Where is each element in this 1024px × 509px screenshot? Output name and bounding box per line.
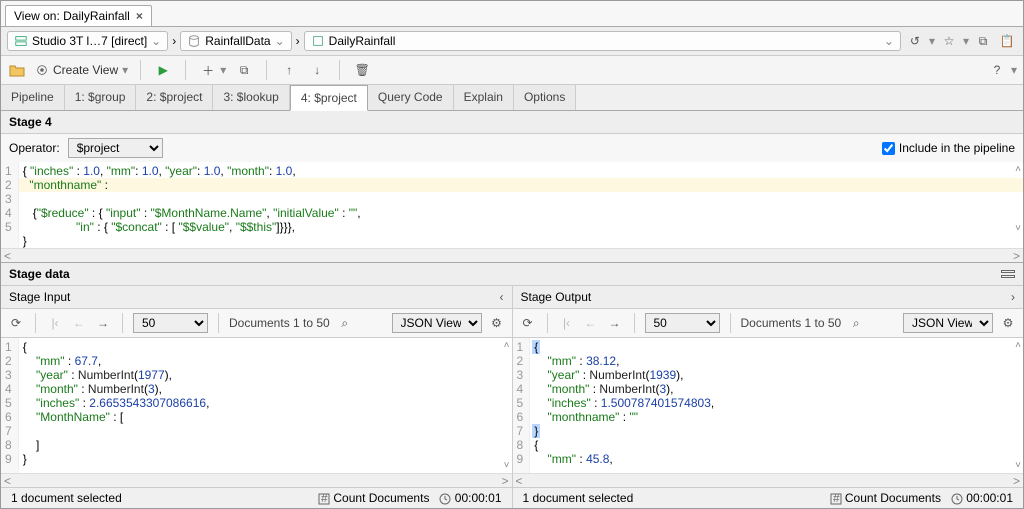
tab-query-code[interactable]: Query Code — [368, 85, 454, 110]
scroll-right-icon[interactable]: > — [1013, 249, 1020, 263]
doc-range-label: Documents 1 to 50 — [741, 316, 842, 330]
gear-icon — [35, 63, 49, 77]
count-icon: # — [318, 493, 330, 505]
breadcrumb-collection[interactable]: DailyRainfall ⌄ — [304, 31, 901, 51]
clock-icon — [439, 493, 451, 505]
tab-pipeline[interactable]: Pipeline — [1, 85, 65, 110]
scroll-up-icon[interactable]: ˄ — [1015, 340, 1021, 351]
prev-page-icon[interactable]: ← — [582, 314, 600, 332]
operator-select[interactable]: $project — [68, 138, 163, 158]
chevron-down-icon: ⌄ — [275, 34, 285, 48]
breadcrumb-server[interactable]: Studio 3T l…7 [direct] ⌄ — [7, 31, 168, 51]
collapse-output-icon[interactable]: › — [1011, 290, 1015, 304]
include-pipeline-label: Include in the pipeline — [899, 141, 1015, 155]
refresh-icon[interactable]: ⟳ — [7, 314, 25, 332]
move-down-icon[interactable]: ↓ — [307, 60, 327, 80]
tab-stage-2[interactable]: 2: $project — [136, 85, 213, 110]
stage-data-header: Stage data — [1, 262, 1023, 286]
svg-text:#: # — [833, 493, 840, 505]
tab-stage-4[interactable]: 4: $project — [290, 85, 368, 111]
svg-text:#: # — [321, 493, 328, 505]
tab-stage-1[interactable]: 1: $group — [65, 85, 137, 110]
stage-code-editor[interactable]: 1 2 3 4 5 { "inches" : 1.0, "mm": 1.0, "… — [1, 162, 1023, 248]
chevron-down-icon: ⌄ — [884, 34, 894, 48]
star-icon[interactable]: ☆ — [939, 31, 959, 51]
first-page-icon[interactable]: |‹ — [558, 314, 576, 332]
file-tab[interactable]: View on: DailyRainfall × — [5, 5, 152, 26]
scroll-up-icon[interactable]: ˄ — [504, 340, 510, 351]
collapse-input-icon[interactable]: ‹ — [500, 290, 504, 304]
tab-options[interactable]: Options — [514, 85, 576, 110]
close-icon[interactable]: × — [136, 9, 143, 23]
copy-stage-icon[interactable]: ⧉ — [234, 60, 254, 80]
stage-input-title: Stage Input — [9, 290, 70, 304]
database-icon — [187, 34, 201, 48]
help-icon[interactable]: ? — [987, 60, 1007, 80]
add-icon[interactable]: ＋ — [198, 60, 218, 80]
main-toolbar: Create View ▾ ▶ ＋▾ ⧉ ↑ ↓ 🗑 ?▾ — [1, 56, 1023, 85]
breadcrumb-separator: › — [296, 34, 300, 48]
breadcrumb-database[interactable]: RainfallData ⌄ — [180, 31, 291, 51]
chevron-down-icon: ⌄ — [151, 34, 161, 48]
first-page-icon[interactable]: |‹ — [46, 314, 64, 332]
paste-icon[interactable]: 📋 — [997, 31, 1017, 51]
clock-icon — [951, 493, 963, 505]
next-page-icon[interactable]: → — [94, 314, 112, 332]
input-json-viewer[interactable]: 1 2 3 4 5 6 7 8 9 { "mm" : 67.7, "year" … — [1, 338, 512, 473]
next-page-icon[interactable]: → — [606, 314, 624, 332]
count-icon: # — [830, 493, 842, 505]
count-documents-button[interactable]: # Count Documents — [830, 491, 941, 505]
stage-header: Stage 4 — [1, 111, 1023, 134]
delete-icon[interactable]: 🗑 — [352, 60, 372, 80]
scroll-down-icon[interactable]: ˅ — [504, 460, 510, 471]
layout-toggle-icon[interactable] — [1001, 270, 1015, 278]
include-pipeline-checkbox[interactable] — [882, 142, 895, 155]
status-selected: 1 document selected — [523, 491, 634, 505]
view-mode-select[interactable]: JSON View — [903, 313, 993, 333]
page-size-select[interactable]: 50 — [133, 313, 208, 333]
move-up-icon[interactable]: ↑ — [279, 60, 299, 80]
view-mode-select[interactable]: JSON View — [392, 313, 482, 333]
stage-output-title: Stage Output — [521, 290, 592, 304]
elapsed-time: 00:00:01 — [951, 491, 1013, 505]
tab-explain[interactable]: Explain — [454, 85, 514, 110]
file-tab-title: View on: DailyRainfall — [14, 9, 130, 23]
tab-stage-3[interactable]: 3: $lookup — [213, 85, 289, 110]
breadcrumb-separator: › — [172, 34, 176, 48]
stage-tabs: Pipeline 1: $group 2: $project 3: $looku… — [1, 85, 1023, 111]
refresh-icon[interactable]: ⟳ — [519, 314, 537, 332]
stage-output-pane: Stage Output › ⟳ |‹ ← → 50 Documents 1 t… — [513, 286, 1024, 508]
stage-input-pane: Stage Input ‹ ⟳ |‹ ← → 50 Documents 1 to… — [1, 286, 513, 508]
collection-icon — [311, 34, 325, 48]
scroll-down-icon[interactable]: ˅ — [1015, 223, 1021, 234]
prev-page-icon[interactable]: ← — [70, 314, 88, 332]
chevron-down-icon: ▾ — [122, 63, 128, 77]
scroll-down-icon[interactable]: ˅ — [1015, 460, 1021, 471]
server-icon — [14, 34, 28, 48]
elapsed-time: 00:00:01 — [439, 491, 501, 505]
search-in-results-icon[interactable]: ⌕ — [336, 314, 354, 332]
operator-label: Operator: — [9, 141, 60, 155]
run-icon[interactable]: ▶ — [153, 60, 173, 80]
status-selected: 1 document selected — [11, 491, 122, 505]
folder-open-icon[interactable] — [7, 60, 27, 80]
settings-icon[interactable]: ⚙ — [488, 314, 506, 332]
create-view-button[interactable]: Create View ▾ — [35, 63, 128, 77]
copy-icon[interactable]: ⧉ — [973, 31, 993, 51]
history-icon[interactable]: ↺ — [905, 31, 925, 51]
search-in-results-icon[interactable]: ⌕ — [847, 314, 865, 332]
scroll-up-icon[interactable]: ˄ — [1015, 164, 1021, 175]
count-documents-button[interactable]: # Count Documents — [318, 491, 429, 505]
output-json-viewer[interactable]: 1 2 3 4 5 6 7 8 9 { "mm" : 38.12, "year"… — [513, 338, 1024, 473]
scroll-left-icon[interactable]: < — [4, 249, 11, 263]
page-size-select[interactable]: 50 — [645, 313, 720, 333]
doc-range-label: Documents 1 to 50 — [229, 316, 330, 330]
breadcrumb: Studio 3T l…7 [direct] ⌄ › RainfallData … — [1, 27, 1023, 56]
settings-icon[interactable]: ⚙ — [999, 314, 1017, 332]
